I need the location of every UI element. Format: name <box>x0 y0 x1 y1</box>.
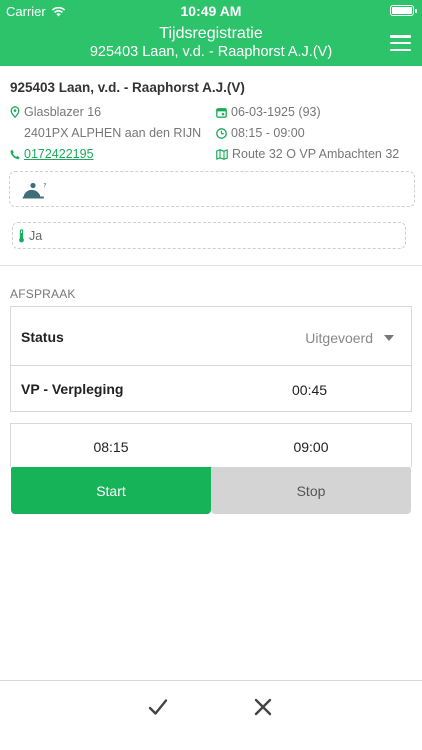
page-title: Tijdsregistratie <box>159 25 263 42</box>
chevron-down-icon[interactable] <box>384 335 394 341</box>
address-city-row: 2401PX ALPHEN aan den RIJN <box>24 126 201 140</box>
route-row: Route 32 O VP Ambachten 32 <box>216 147 399 161</box>
start-button[interactable]: Start <box>11 467 211 514</box>
phone-link[interactable]: 0172422195 <box>24 147 94 161</box>
end-time[interactable]: 09:00 <box>261 439 361 455</box>
map-pin-icon <box>10 106 20 118</box>
status-select[interactable]: Status Uitgevoerd <box>10 306 412 366</box>
status-value[interactable]: Uitgevoerd <box>305 330 373 346</box>
care-person-icon: ? <box>22 182 46 199</box>
client-name: 925403 Laan, v.d. - Raaphorst A.J.(V) <box>10 80 245 95</box>
time-window-row: 08:15 - 09:00 <box>216 126 305 140</box>
stop-button[interactable]: Stop <box>211 467 411 514</box>
temperature-value: Ja <box>29 228 43 243</box>
client-details: Glasblazer 16 2401PX ALPHEN aan den RIJN… <box>10 102 412 172</box>
clock: 10:49 AM <box>180 3 242 19</box>
phone-icon <box>10 149 20 159</box>
time-window: 08:15 - 09:00 <box>231 126 305 140</box>
battery-icon <box>390 5 417 16</box>
birthdate-row: 06-03-1925 (93) <box>216 105 321 119</box>
route-name: Route 32 O VP Ambachten 32 <box>232 147 400 161</box>
section-divider <box>0 265 422 266</box>
address-street-row: Glasblazer 16 <box>10 105 101 119</box>
start-time[interactable]: 08:15 <box>61 439 161 455</box>
svg-text:?: ? <box>43 182 46 190</box>
clock-icon <box>216 127 227 139</box>
appointment-section-label: AFSPRAAK <box>10 287 76 301</box>
birthdate: 06-03-1925 (93) <box>231 105 321 119</box>
client-info: 925403 Laan, v.d. - Raaphorst A.J.(V) Gl… <box>0 80 422 172</box>
phone-row[interactable]: 0172422195 <box>10 147 94 161</box>
checkmark-icon[interactable] <box>146 695 170 719</box>
app-header: Carrier 10:49 AM Tijdsregistratie 925403… <box>0 0 422 66</box>
temperature-box: Ja <box>12 222 406 249</box>
thermometer-icon <box>19 228 24 242</box>
service-duration: 00:45 <box>292 382 328 398</box>
close-icon[interactable] <box>251 695 275 719</box>
care-icons-box: ? <box>9 171 415 207</box>
times-row: 08:15 09:00 <box>10 423 412 467</box>
calendar-icon <box>216 107 227 118</box>
status-bar: Carrier 10:49 AM <box>0 0 422 22</box>
address-street: Glasblazer 16 <box>24 105 102 119</box>
address-postal-city: 2401PX ALPHEN aan den RIJN <box>24 126 202 140</box>
status-label: Status <box>21 329 64 345</box>
page-subtitle: 925403 Laan, v.d. - Raaphorst A.J.(V) <box>89 44 333 60</box>
service-row: VP - Verpleging 00:45 <box>10 366 412 412</box>
map-icon <box>216 148 228 160</box>
service-label: VP - Verpleging <box>21 381 124 397</box>
app-screen: Carrier 10:49 AM Tijdsregistratie 925403… <box>0 0 422 750</box>
footer-toolbar <box>0 680 422 750</box>
hamburger-menu-icon[interactable] <box>390 35 411 51</box>
